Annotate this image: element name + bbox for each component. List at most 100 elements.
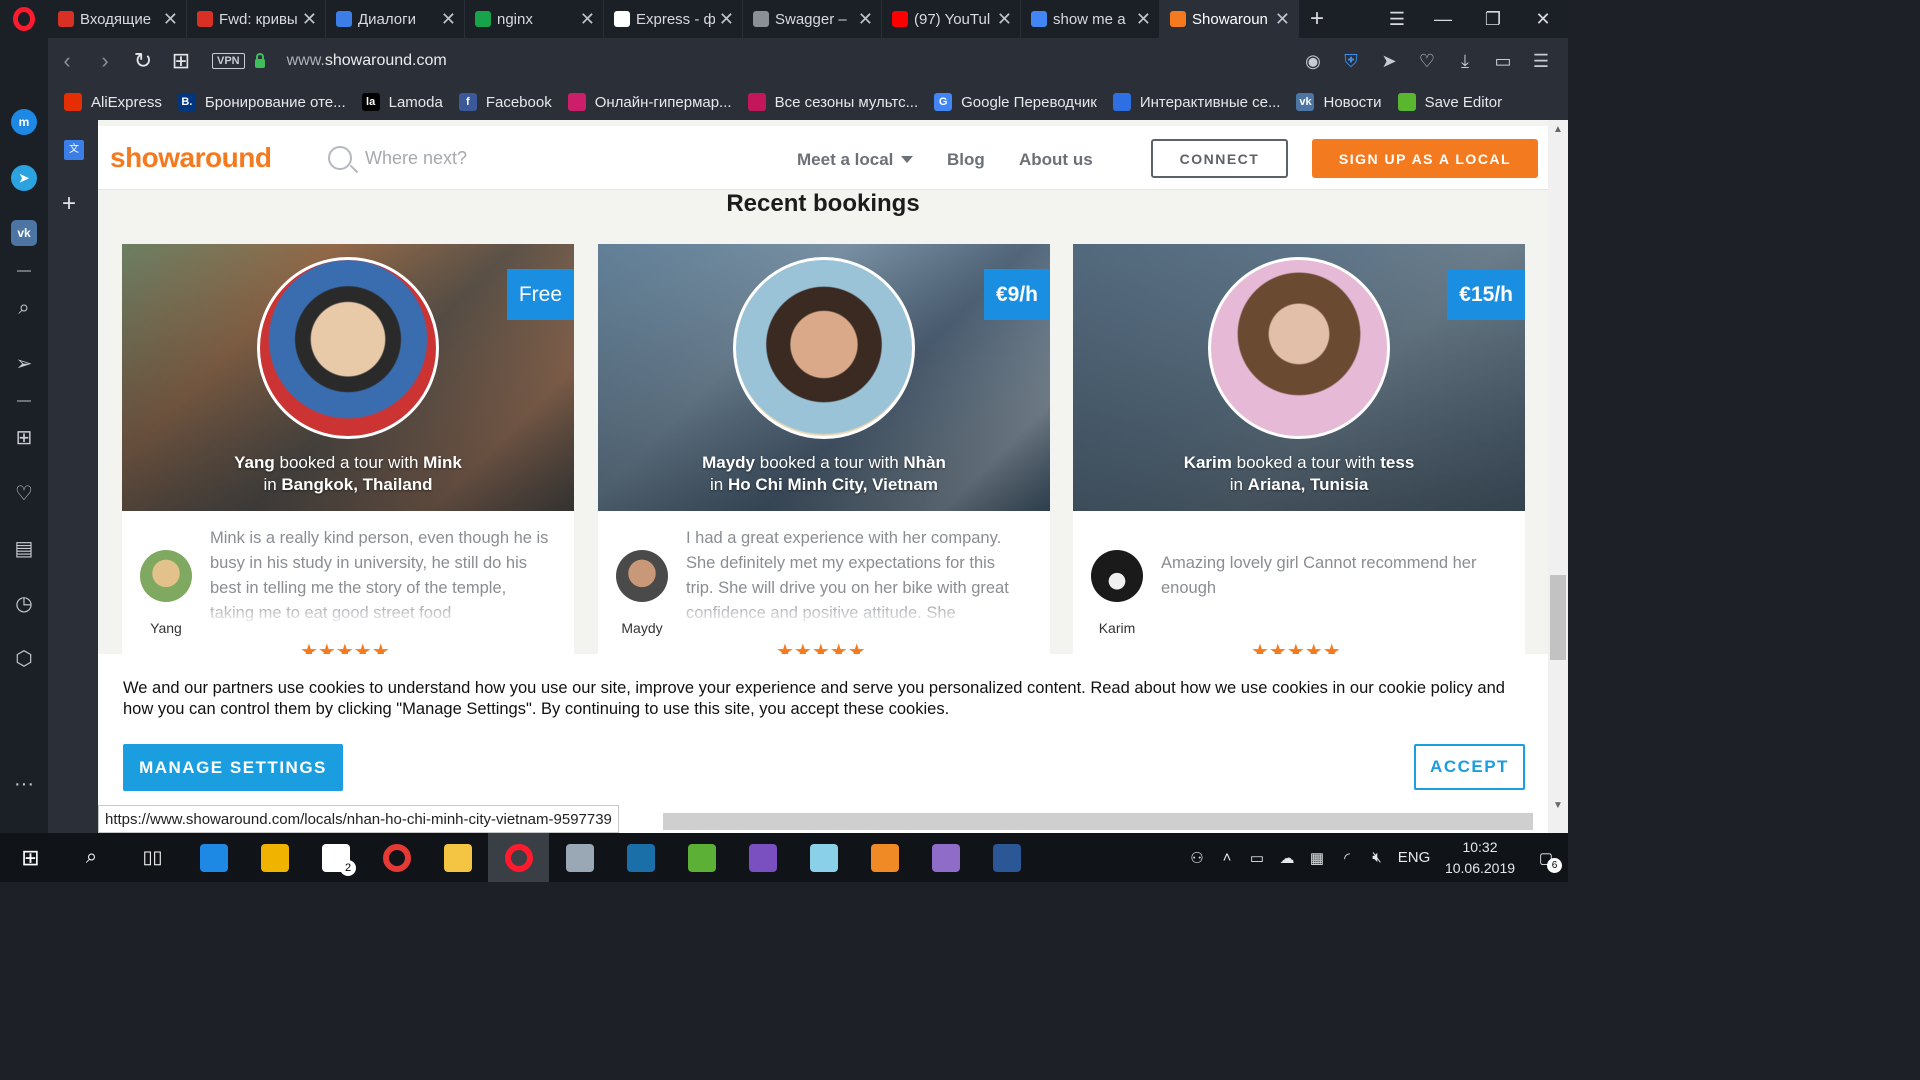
- heart-icon[interactable]: ♡: [1408, 51, 1446, 72]
- booking-card[interactable]: Free Yang booked a tour with Mink in Bangk…: [122, 244, 574, 664]
- history-clock-icon[interactable]: ◷: [0, 585, 48, 621]
- sidebar-send-icon[interactable]: ➢: [0, 345, 48, 381]
- booking-card[interactable]: €9/h Maydy booked a tour with Nhàn in Ho C…: [598, 244, 1050, 664]
- browser-tab[interactable]: Showaroun ✕: [1160, 0, 1299, 38]
- bookmark-item[interactable]: AliExpress: [64, 93, 162, 111]
- nav-blog[interactable]: Blog: [947, 150, 985, 170]
- taskbar-word[interactable]: [976, 833, 1037, 882]
- local-avatar[interactable]: [257, 257, 439, 439]
- messenger-icon[interactable]: m: [0, 104, 48, 140]
- back-button[interactable]: ‹: [48, 38, 86, 84]
- browser-tab[interactable]: (97) YouTul ✕: [882, 0, 1021, 38]
- bookmark-item[interactable]: la Lamoda: [361, 93, 443, 111]
- scroll-thumb[interactable]: [1550, 575, 1566, 660]
- translate-icon[interactable]: 文: [64, 140, 84, 160]
- bookmark-item[interactable]: Интерактивные се...: [1112, 93, 1280, 111]
- close-tab-icon[interactable]: ✕: [580, 9, 595, 30]
- vk-icon[interactable]: vk: [0, 215, 48, 251]
- speed-dial-icon[interactable]: ⊞: [0, 419, 48, 455]
- speed-dial-button[interactable]: ⊞: [162, 38, 200, 84]
- telegram-icon[interactable]: ➤: [0, 160, 48, 196]
- taskbar-network-app[interactable]: [549, 833, 610, 882]
- search-input[interactable]: Where next?: [365, 148, 467, 169]
- bookmark-item[interactable]: f Facebook: [458, 93, 552, 111]
- opera-menu-button[interactable]: [0, 0, 48, 38]
- battery-tray-icon[interactable]: ▭: [1242, 849, 1272, 867]
- booking-card[interactable]: €15/h Karim booked a tour with tess in Ari…: [1073, 244, 1525, 664]
- easy-setup-icon[interactable]: ☰: [1522, 51, 1560, 72]
- connect-button[interactable]: CONNECT: [1151, 139, 1288, 178]
- browser-tab[interactable]: Диалоги ✕: [326, 0, 465, 38]
- vpn-badge[interactable]: VPN: [212, 53, 245, 69]
- taskbar-task-view[interactable]: ▯▯: [122, 833, 183, 882]
- clock[interactable]: 10:32 10.06.2019: [1436, 837, 1524, 879]
- restore-button[interactable]: ❐: [1470, 0, 1516, 38]
- taskbar-steam[interactable]: [610, 833, 671, 882]
- nav-meet-a-local[interactable]: Meet a local: [797, 150, 914, 170]
- taskbar-explorer[interactable]: [427, 833, 488, 882]
- browser-tab[interactable]: Fwd: кривы ✕: [187, 0, 326, 38]
- local-avatar[interactable]: [733, 257, 915, 439]
- news-icon[interactable]: ▤: [0, 530, 48, 566]
- taskbar-notes[interactable]: [793, 833, 854, 882]
- browser-tab[interactable]: Express - ф ✕: [604, 0, 743, 38]
- close-tab-icon[interactable]: ✕: [858, 9, 873, 30]
- language-indicator[interactable]: ENG: [1392, 849, 1436, 866]
- close-tab-icon[interactable]: ✕: [302, 9, 317, 30]
- bookmarks-heart-icon[interactable]: ♡: [0, 475, 48, 511]
- close-tab-icon[interactable]: ✕: [1275, 9, 1290, 30]
- people-icon[interactable]: ⚇: [1182, 849, 1212, 867]
- add-panel-icon[interactable]: +: [62, 190, 76, 218]
- battery-icon[interactable]: ▭: [1484, 51, 1522, 72]
- sign-up-as-local-button[interactable]: SIGN UP AS A LOCAL: [1312, 139, 1538, 178]
- forward-button[interactable]: ›: [86, 38, 124, 84]
- browser-tab[interactable]: show me a ✕: [1021, 0, 1160, 38]
- taskbar-visual-studio[interactable]: [732, 833, 793, 882]
- adblock-shield-icon[interactable]: ⛨: [1332, 51, 1370, 72]
- more-icon[interactable]: ···: [0, 766, 48, 802]
- new-tab-button[interactable]: +: [1299, 5, 1335, 33]
- tray-expand-icon[interactable]: ˄: [1212, 849, 1242, 866]
- local-name[interactable]: tess: [1380, 453, 1414, 472]
- taskbar-sublime[interactable]: [854, 833, 915, 882]
- close-tab-icon[interactable]: ✕: [163, 9, 178, 30]
- local-name[interactable]: Mink: [423, 453, 462, 472]
- extensions-cube-icon[interactable]: ⬡: [0, 640, 48, 676]
- close-tab-icon[interactable]: ✕: [1136, 9, 1151, 30]
- taskbar-mail[interactable]: 2: [305, 833, 366, 882]
- minimize-button[interactable]: —: [1420, 0, 1466, 38]
- taskbar-edge[interactable]: [183, 833, 244, 882]
- bookmark-item[interactable]: B. Бронирование оте...: [177, 93, 346, 111]
- close-tab-icon[interactable]: ✕: [997, 9, 1012, 30]
- send-icon[interactable]: ➤: [1370, 51, 1408, 72]
- browser-tab[interactable]: Входящие ✕: [48, 0, 187, 38]
- url-field[interactable]: www.showaround.com: [287, 52, 447, 70]
- bookmark-item[interactable]: vk Новости: [1296, 93, 1382, 111]
- taskbar-chrome[interactable]: [366, 833, 427, 882]
- taskbar-store[interactable]: [244, 833, 305, 882]
- taskbar-windows-start[interactable]: ⊞: [0, 833, 61, 882]
- taskbar-github[interactable]: [915, 833, 976, 882]
- bookmark-item[interactable]: G Google Переводчик: [934, 93, 1097, 111]
- local-name[interactable]: Nhàn: [903, 453, 946, 472]
- close-window-button[interactable]: ✕: [1520, 0, 1566, 38]
- notifications-icon[interactable]: ▢ 6: [1524, 849, 1568, 873]
- close-tab-icon[interactable]: ✕: [719, 9, 734, 30]
- close-tab-icon[interactable]: ✕: [441, 9, 456, 30]
- scroll-up-icon[interactable]: ▲: [1548, 124, 1568, 135]
- display-icon[interactable]: ▦: [1302, 849, 1332, 867]
- sidebar-search-icon[interactable]: ⌕: [0, 290, 48, 326]
- bookmark-item[interactable]: Все сезоны мультс...: [747, 93, 918, 111]
- taskbar-search[interactable]: ⌕: [61, 833, 122, 882]
- manage-settings-button[interactable]: MANAGE SETTINGS: [123, 744, 343, 791]
- horizontal-scrollbar[interactable]: [663, 813, 1533, 830]
- local-avatar[interactable]: [1208, 257, 1390, 439]
- browser-tab[interactable]: Swagger – ✕: [743, 0, 882, 38]
- showaround-logo[interactable]: showaround: [110, 142, 272, 174]
- onedrive-icon[interactable]: ☁: [1272, 849, 1302, 867]
- bookmark-item[interactable]: Онлайн-гипермар...: [567, 93, 732, 111]
- search-icon[interactable]: [328, 146, 352, 170]
- taskbar-utorrent[interactable]: [671, 833, 732, 882]
- lock-icon[interactable]: [254, 52, 265, 68]
- taskbar-opera[interactable]: [488, 833, 549, 882]
